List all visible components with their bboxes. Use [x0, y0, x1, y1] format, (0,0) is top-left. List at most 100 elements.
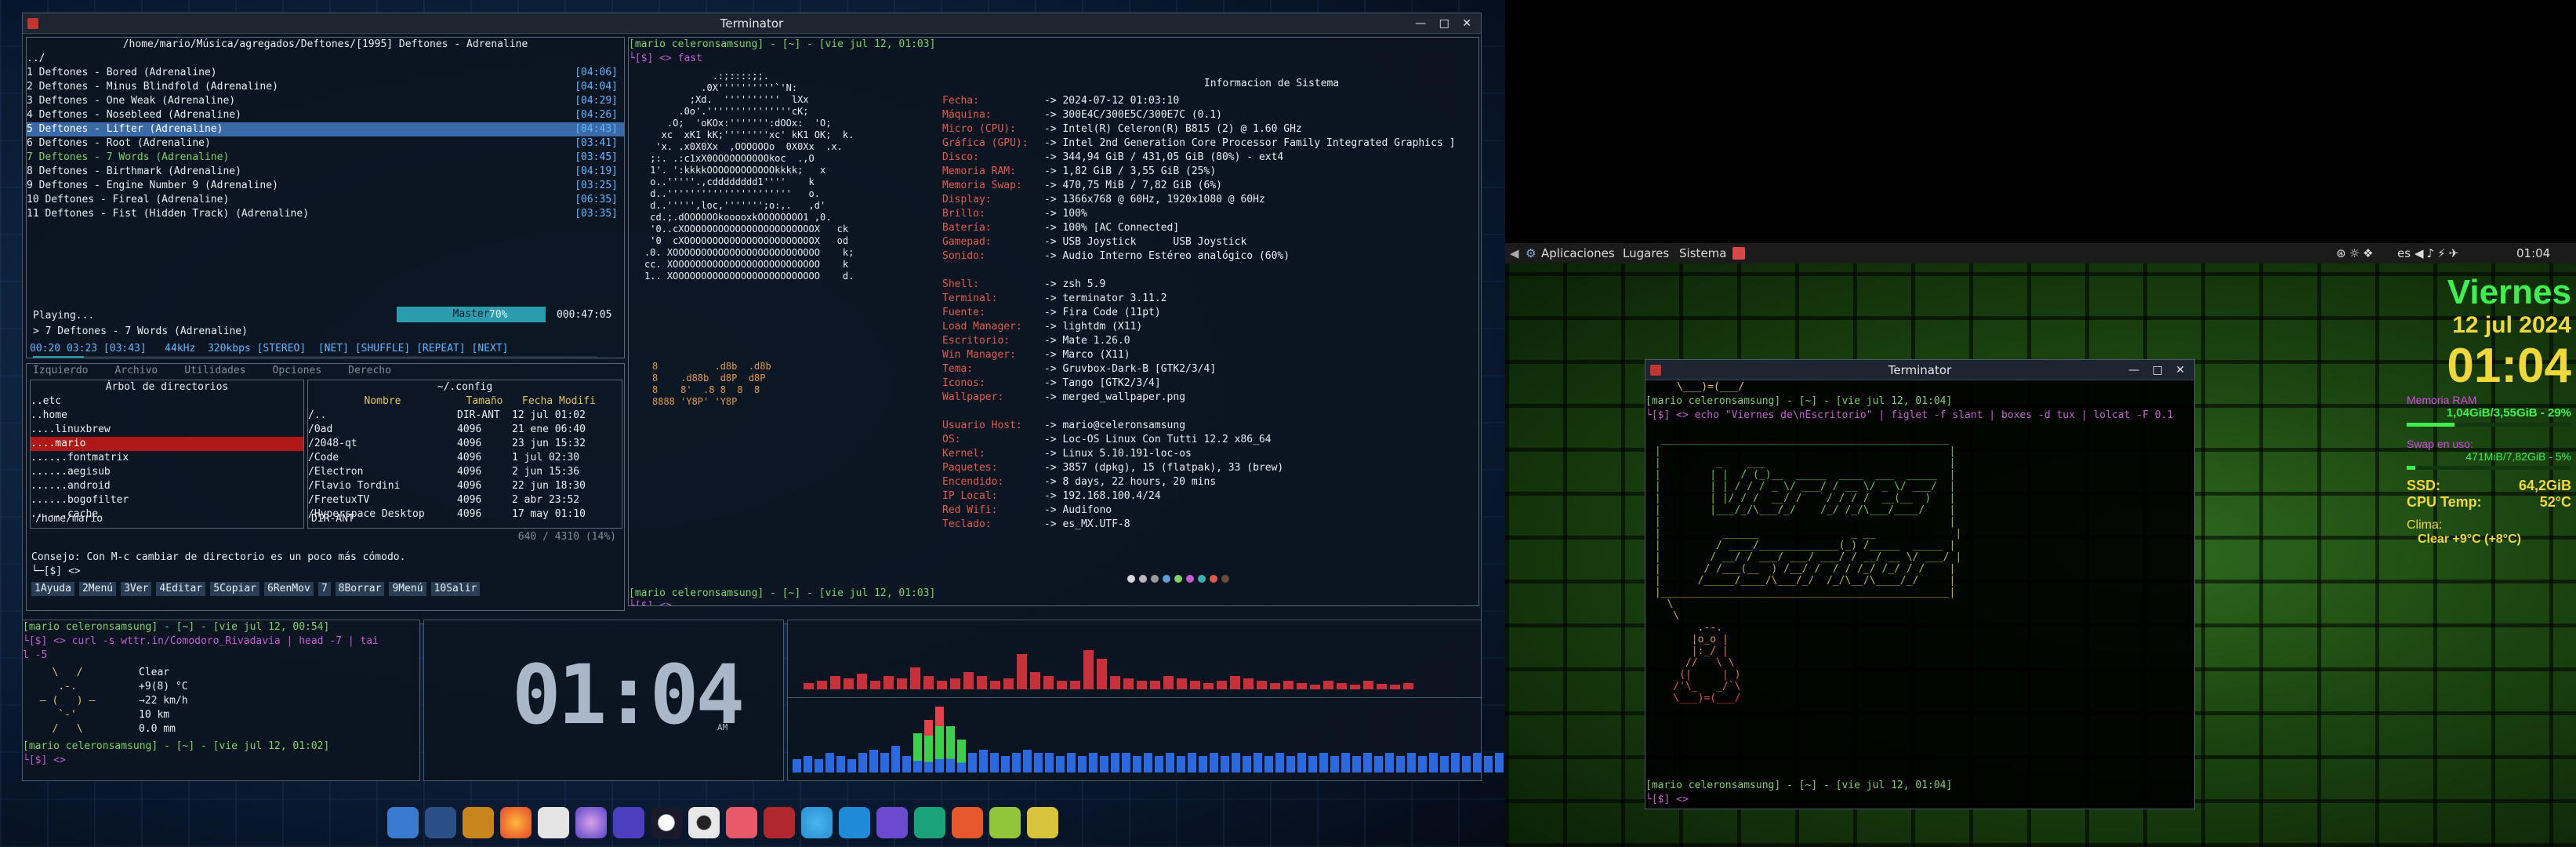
weather-prompt-cmd[interactable]: └[$] <>: [23, 754, 72, 768]
window-controls[interactable]: — □ ✕: [1415, 13, 1476, 34]
system-monitor-icon[interactable]: [387, 807, 419, 838]
track-row[interactable]: 4 Deftones - Nosebleed (Adrenaline) [04:2…: [27, 108, 624, 122]
weather-terminal[interactable]: [mario celeronsamsung] - [~] - [vie jul …: [22, 620, 420, 781]
tree-item[interactable]: ......fontmatrix: [31, 451, 303, 465]
media-player-icon[interactable]: [613, 807, 644, 838]
file-row[interactable]: /Hyperspace Desktop 4096 17 may 01:10: [308, 507, 622, 522]
prompt-cmd-2[interactable]: └[$] <>: [629, 599, 678, 605]
title-bar[interactable]: Terminator — □ ✕: [23, 13, 1481, 34]
fkey-button[interactable]: 7: [317, 582, 331, 596]
title-bar-2[interactable]: Terminator — □ ✕: [1645, 360, 2194, 380]
file-cell: 4096: [457, 508, 482, 520]
mc-left-panel[interactable]: Árbol de directorios ..etc ..home ....linu…: [30, 380, 304, 529]
tree-item[interactable]: ..home: [31, 409, 303, 423]
file-row[interactable]: /0ad 4096 21 ene 06:40: [308, 423, 622, 437]
terminal-icon[interactable]: [764, 807, 795, 838]
package-icon[interactable]: [726, 807, 757, 838]
applications-menu[interactable]: Aplicaciones: [1541, 243, 1615, 264]
fkey-button[interactable]: 6RenMov: [264, 582, 314, 596]
fkey-button[interactable]: 3Ver: [121, 582, 152, 596]
file-row[interactable]: /Electron 4096 2 jun 15:36: [308, 465, 622, 479]
track-duration: [04:19]: [575, 165, 618, 177]
browser-icon[interactable]: [575, 807, 607, 838]
fkey-button[interactable]: 4Editar: [156, 582, 206, 596]
music-up[interactable]: ../: [27, 52, 624, 66]
tree-item[interactable]: ......android: [31, 479, 303, 493]
android-icon[interactable]: [989, 807, 1021, 838]
col-header[interactable]: Fecha Modifi: [512, 394, 606, 409]
pacman-icon[interactable]: [1027, 807, 1058, 838]
viz-bar: [1451, 752, 1460, 772]
sysinfo-row: Display: -> 1366x768 @ 60Hz, 1920x1080 @ …: [942, 194, 1265, 205]
file-row[interactable]: /FreetuxTV 4096 2 abr 23:52: [308, 493, 622, 507]
track-row[interactable]: 10 Deftones - Fireal (Adrenaline) [06:35]: [27, 193, 624, 207]
audacious-icon[interactable]: [651, 807, 682, 838]
track-row[interactable]: 11 Deftones - Fist (Hidden Track) (Adren…: [27, 207, 624, 221]
mc-menu-item[interactable]: Opciones: [273, 364, 322, 378]
mc-menu-item[interactable]: Derecho: [348, 364, 391, 378]
files-icon[interactable]: [463, 807, 494, 838]
fkey-button[interactable]: 1Ayuda: [31, 582, 74, 596]
status-icons[interactable]: ◀♪⚡✈: [2415, 243, 2462, 264]
anydesk-icon[interactable]: [914, 807, 945, 838]
tree-item[interactable]: ....mario: [31, 437, 303, 451]
file-row[interactable]: /Flavio Tordini 4096 22 jun 18:30: [308, 479, 622, 493]
system-menu[interactable]: Sistema: [1679, 243, 1726, 264]
master-volume[interactable]: Master: [397, 307, 546, 322]
places-menu[interactable]: Lugares: [1623, 243, 1669, 264]
fkey-button[interactable]: 2Menú: [78, 582, 117, 596]
terminator-window[interactable]: Terminator — □ ✕ /home/mario/Música/agre…: [22, 13, 1482, 624]
track-row[interactable]: 6 Deftones - Root (Adrenaline) [03:41]: [27, 136, 624, 151]
text-editor-icon[interactable]: [538, 807, 569, 838]
track-row[interactable]: 1 Deftones - Bored (Adrenaline) [04:06]: [27, 66, 624, 80]
firefox-icon[interactable]: [500, 807, 532, 838]
panel-clock[interactable]: 01:04: [2516, 243, 2550, 264]
file-row[interactable]: /.. DIR-ANT 12 jul 01:02: [308, 409, 622, 423]
mc-menu-item[interactable]: Izquierdo: [33, 364, 88, 378]
obsidian-icon[interactable]: [876, 807, 908, 838]
viz-bar: [1403, 682, 1413, 689]
track-row[interactable]: 8 Deftones - Birthmark (Adrenaline) [04:1…: [27, 165, 624, 179]
tree-item[interactable]: ......bogofilter: [31, 493, 303, 507]
fkey-button[interactable]: 9Menú: [389, 582, 426, 596]
mc-right-panel[interactable]: ~/.config Nombre Tamaño Fecha Modifi /.. DI…: [307, 380, 622, 529]
file-row[interactable]: /Code 4096 1 jul 02:30: [308, 451, 622, 465]
track-row[interactable]: 2 Deftones - Minus Blindfold (Adrenaline…: [27, 80, 624, 94]
mc-menu-item[interactable]: Archivo: [114, 364, 158, 378]
sysinfo-key: Máquina:: [942, 109, 992, 121]
brave-icon[interactable]: [952, 807, 983, 838]
window-controls-2[interactable]: — □ ✕: [2128, 360, 2190, 380]
midnight-commander[interactable]: Izquierdo Archivo Utilidades Opciones Derech…: [26, 363, 625, 611]
tree-item[interactable]: ..etc: [31, 394, 303, 409]
mc-menu-item[interactable]: Utilidades: [184, 364, 245, 378]
calendar-icon[interactable]: [1732, 247, 1745, 260]
keyboard-layout[interactable]: es: [2397, 243, 2411, 264]
telegram-icon[interactable]: [801, 807, 833, 838]
mate-panel: ◀ ⚙ Aplicaciones Lugares Sistema ⊛☼❖ es …: [1505, 243, 2576, 264]
fkey-button[interactable]: 10Salir: [430, 582, 481, 596]
tree-item[interactable]: ....linuxbrew: [31, 423, 303, 437]
terminator-window-2[interactable]: Terminator — □ ✕ \___)=(___/ [mario cele…: [1645, 359, 2195, 809]
mc-prompt[interactable]: └─[$] <>: [31, 565, 86, 579]
t2-prompt-cmd[interactable]: └[$] <>: [1645, 793, 1695, 807]
fkey-button[interactable]: 8Borrar: [335, 582, 385, 596]
col-header[interactable]: Tamaño: [457, 394, 512, 409]
file-row[interactable]: /2048-qt 4096 23 jun 15:32: [308, 437, 622, 451]
track-row[interactable]: 5 Deftones - Lifter (Adrenaline) [04:43]: [27, 122, 624, 136]
col-header[interactable]: Nombre: [308, 394, 457, 409]
dock[interactable]: [384, 802, 1105, 844]
fastfetch-pane[interactable]: [mario celeronsamsung] - [~] - [vie jul …: [628, 37, 1479, 606]
tray-icons[interactable]: ⊛☼❖: [2336, 243, 2376, 264]
track-row[interactable]: 3 Deftones - One Weak (Adrenaline) [04:29…: [27, 94, 624, 108]
vscode-icon[interactable]: [839, 807, 870, 838]
fkey-button[interactable]: 5Copiar: [210, 582, 260, 596]
music-player[interactable]: /home/mario/Música/agregados/Deftones/[1…: [26, 37, 625, 358]
webcam-icon[interactable]: [688, 807, 720, 838]
track-row[interactable]: 7 Deftones - 7 Words (Adrenaline) [03:45]: [27, 151, 624, 165]
chart-app-icon[interactable]: [425, 807, 456, 838]
track-row[interactable]: 9 Deftones - Engine Number 9 (Adrenaline…: [27, 179, 624, 193]
tree-item[interactable]: ......aegisub: [31, 465, 303, 479]
prompt-line: [mario celeronsamsung] - [~] - [vie jul …: [629, 38, 936, 50]
progress-track[interactable]: [33, 356, 597, 358]
viz-bar: [1155, 756, 1163, 772]
